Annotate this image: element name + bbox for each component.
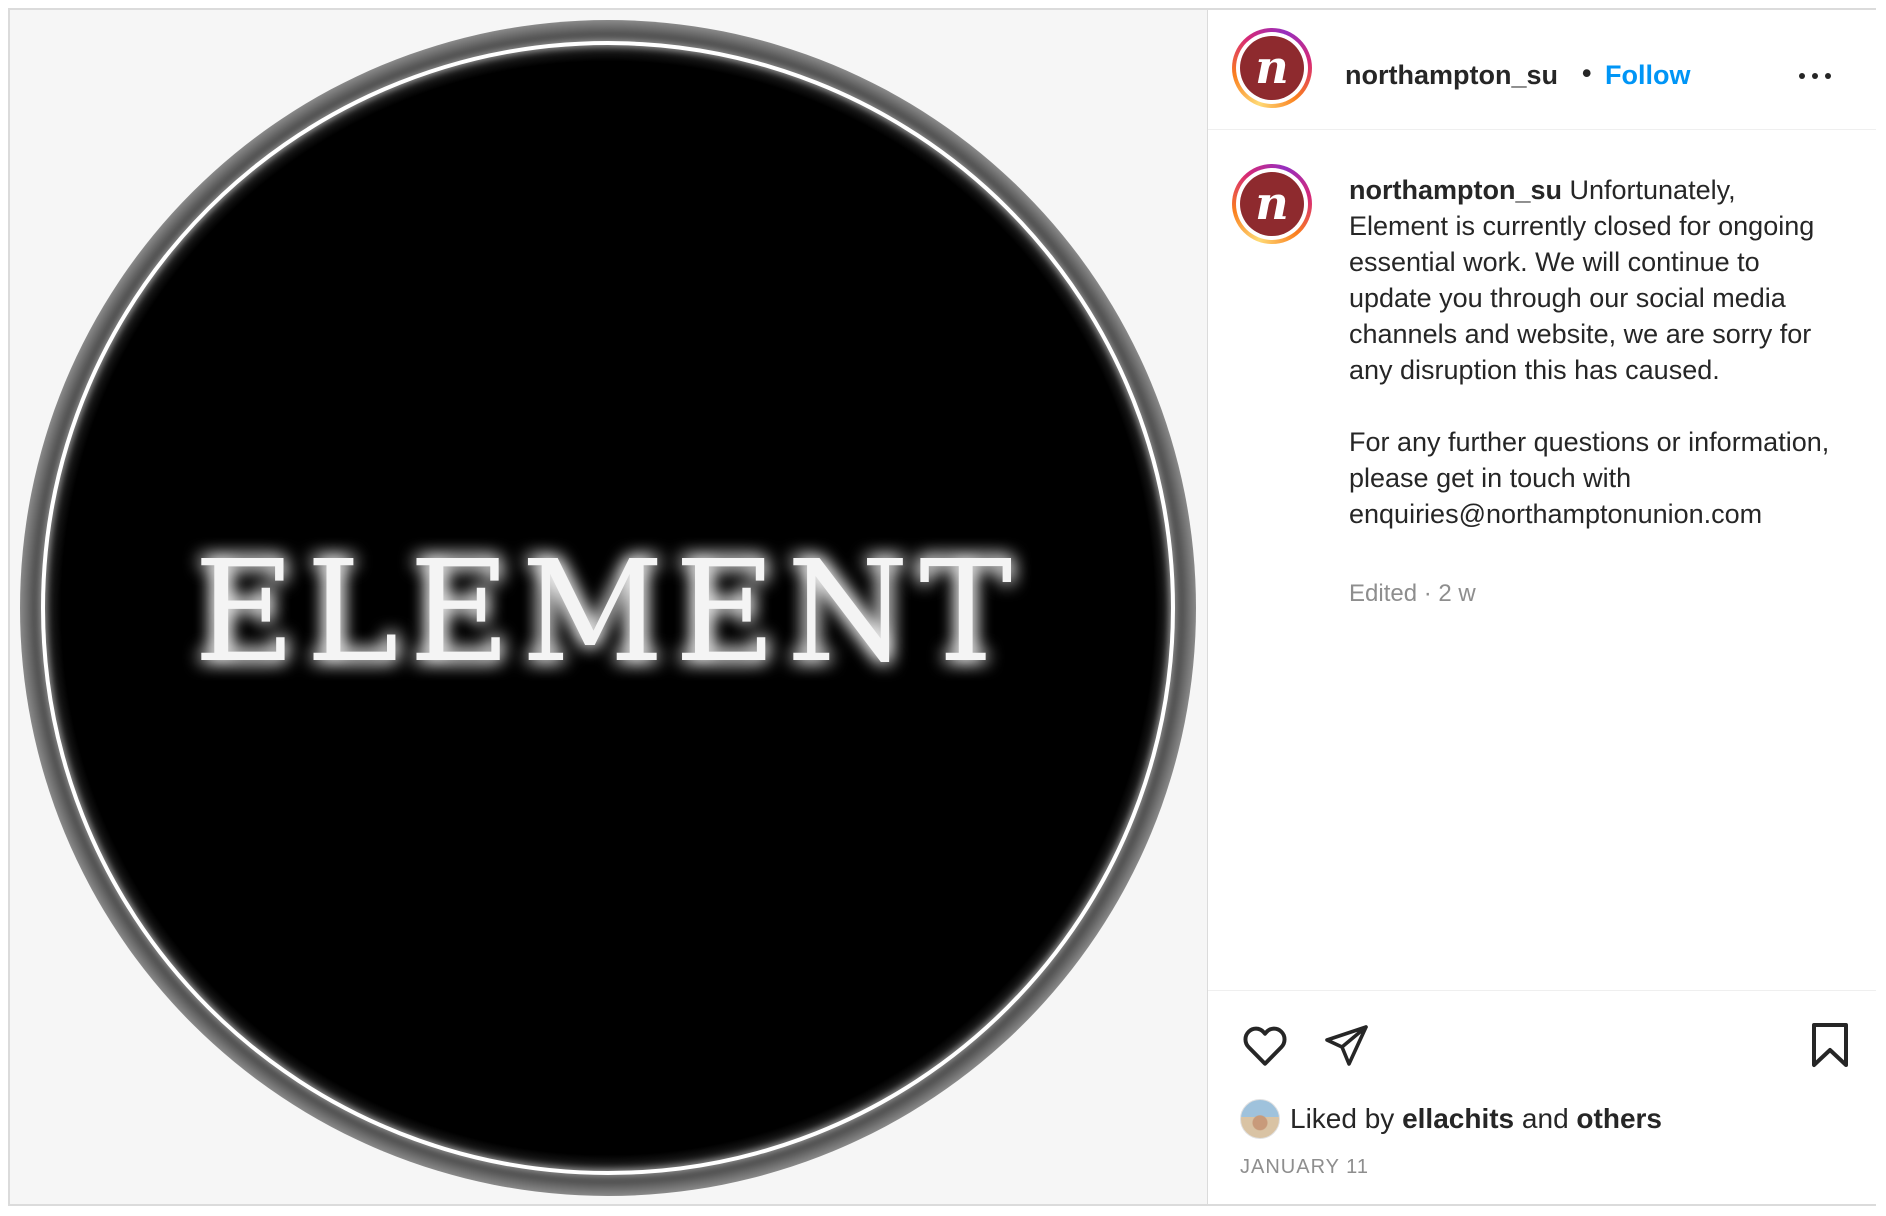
separator-dot: • bbox=[1582, 58, 1592, 88]
post-image[interactable]: ELEMENT bbox=[10, 10, 1207, 1204]
liked-by-middle: and bbox=[1514, 1103, 1577, 1134]
caption-section: n northampton_su Unfortunately, Element … bbox=[1208, 130, 1876, 990]
follow-button[interactable]: Follow bbox=[1605, 60, 1690, 91]
caption-body: Unfortunately, Element is currently clos… bbox=[1349, 175, 1830, 529]
others-link[interactable]: others bbox=[1576, 1103, 1662, 1135]
paper-plane-icon[interactable] bbox=[1322, 1021, 1370, 1069]
edited-label: Edited bbox=[1349, 580, 1418, 607]
n-logo-icon: n bbox=[1255, 176, 1288, 230]
post-meta: Edited · 2 w bbox=[1349, 580, 1476, 608]
element-logo-image: ELEMENT bbox=[20, 20, 1196, 1196]
caption-username[interactable]: northampton_su bbox=[1349, 175, 1562, 205]
liker-avatar[interactable] bbox=[1240, 1099, 1280, 1139]
meta-separator: · bbox=[1417, 580, 1439, 607]
liker-username[interactable]: ellachits bbox=[1402, 1103, 1514, 1135]
likes-summary: Liked by ellachits and others bbox=[1240, 1099, 1662, 1139]
profile-avatar[interactable]: n bbox=[1232, 28, 1312, 108]
post-header: n northampton_su • Follow bbox=[1208, 10, 1876, 130]
post-age[interactable]: 2 w bbox=[1438, 580, 1475, 607]
more-options-icon[interactable] bbox=[1799, 64, 1839, 88]
post-date[interactable]: JANUARY 11 bbox=[1240, 1156, 1369, 1179]
caption-text: northampton_su Unfortunately, Element is… bbox=[1349, 172, 1839, 532]
n-logo-icon: n bbox=[1255, 40, 1288, 94]
bookmark-icon[interactable] bbox=[1808, 1021, 1852, 1069]
profile-username[interactable]: northampton_su bbox=[1345, 60, 1558, 91]
instagram-post: ELEMENT n northampton_su • Follow n nort… bbox=[8, 8, 1876, 1206]
logo-text: ELEMENT bbox=[194, 531, 1023, 694]
svg-text:n: n bbox=[1255, 176, 1288, 230]
heart-icon[interactable] bbox=[1240, 1021, 1290, 1071]
liked-by-prefix: Liked by bbox=[1290, 1103, 1403, 1134]
svg-text:n: n bbox=[1255, 40, 1288, 94]
caption-avatar[interactable]: n bbox=[1232, 164, 1312, 244]
action-bar: Liked by ellachits and others JANUARY 11 bbox=[1208, 990, 1876, 1204]
post-sidebar: n northampton_su • Follow n northampton_… bbox=[1207, 10, 1876, 1204]
